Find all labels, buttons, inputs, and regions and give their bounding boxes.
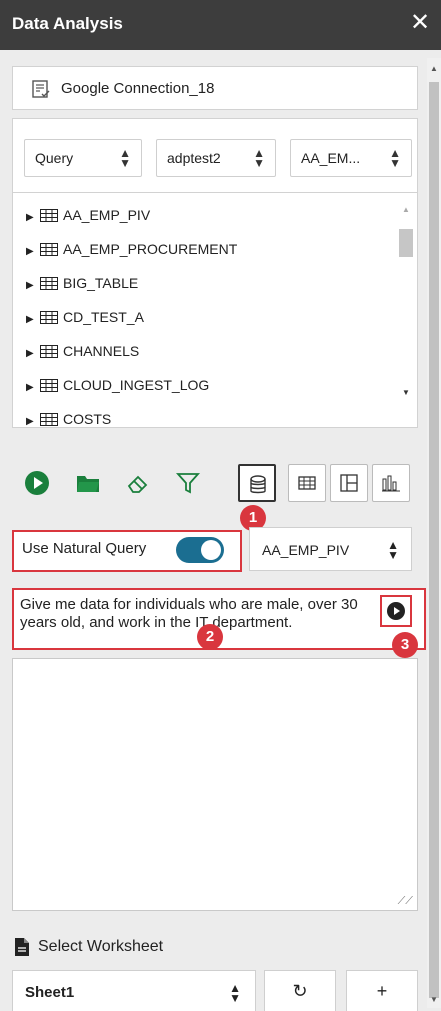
table-tree: ▶ AA_EMP_PIV ▶ AA_EMP_PROCUREMENT ▶ BIG_TAB… <box>12 192 418 428</box>
expand-caret-icon[interactable]: ▶ <box>26 314 38 325</box>
titlebar: Data Analysis ✕ <box>0 0 441 50</box>
expand-caret-icon[interactable]: ▶ <box>26 348 38 359</box>
panel-scrollbar[interactable]: ▲ ▼ <box>427 58 441 1008</box>
table-icon <box>40 311 58 324</box>
select-arrows-icon: ▲ ▼ <box>387 538 399 562</box>
add-worksheet-button[interactable]: + <box>346 970 418 1011</box>
tree-item[interactable]: ▶ BIG_TABLE <box>26 275 138 299</box>
connection-card[interactable]: Google Connection_18 <box>12 66 418 110</box>
select-arrows-icon: ▲ ▼ <box>229 981 241 1005</box>
select-arrows-icon: ▲ ▼ <box>119 146 131 170</box>
scroll-up-arrow-icon[interactable]: ▲ <box>402 205 410 214</box>
chart-view-button[interactable] <box>372 464 410 502</box>
select-arrows-icon: ▲ ▼ <box>253 146 265 170</box>
table-view-icon <box>298 476 316 490</box>
scroll-up-arrow-icon[interactable]: ▲ <box>430 64 438 73</box>
tree-scroll-thumb[interactable] <box>399 229 413 257</box>
worksheet-select-value: Sheet1 <box>25 984 75 1001</box>
tree-item-label: CHANNELS <box>63 343 140 359</box>
table-view-button[interactable] <box>288 464 326 502</box>
resize-grip-icon[interactable]: ⟋⟋ <box>398 895 413 908</box>
tree-item-label: AA_EMP_PROCUREMENT <box>63 241 238 257</box>
open-folder-icon[interactable] <box>75 470 101 496</box>
expand-caret-icon[interactable]: ▶ <box>26 416 38 427</box>
select-arrows-icon: ▲ ▼ <box>389 146 401 170</box>
tree-item-label: BIG_TABLE <box>63 275 139 291</box>
scroll-thumb[interactable] <box>429 82 439 998</box>
table-select[interactable]: AA_EM... ▲ ▼ <box>290 139 412 177</box>
natural-query-table-select[interactable]: AA_EMP_PIV ▲ ▼ <box>249 527 412 571</box>
tree-item-label: COSTS <box>63 411 112 427</box>
play-icon <box>387 602 405 620</box>
mode-select-value: Query <box>35 150 74 166</box>
connection-name: Google Connection_18 <box>61 80 215 97</box>
worksheet-select[interactable]: Sheet1 ▲ ▼ <box>12 970 256 1011</box>
expand-caret-icon[interactable]: ▶ <box>26 382 38 393</box>
database-view-button[interactable] <box>238 464 276 502</box>
run-natural-query-button[interactable] <box>380 595 412 627</box>
connection-doc-icon <box>32 80 50 98</box>
refresh-icon: ↻ <box>292 981 308 1001</box>
tree-item-label: CD_TEST_A <box>63 309 144 325</box>
plus-icon: + <box>376 981 388 1001</box>
natural-query-label: Use Natural Query <box>22 540 147 557</box>
table-icon <box>40 243 58 256</box>
table-icon <box>40 379 58 392</box>
query-result-area[interactable]: ⟋⟋ <box>12 658 418 911</box>
toggle-knob <box>201 540 221 560</box>
select-worksheet-label: Select Worksheet <box>38 938 164 955</box>
scroll-down-arrow-icon[interactable]: ▼ <box>402 388 410 397</box>
layout-view-button[interactable] <box>330 464 368 502</box>
annotation-badge: 2 <box>197 624 223 650</box>
expand-caret-icon[interactable]: ▶ <box>26 246 38 257</box>
window-title: Data Analysis <box>12 14 123 33</box>
table-icon <box>40 345 58 358</box>
schema-select[interactable]: adptest2 ▲ ▼ <box>156 139 276 177</box>
close-icon[interactable]: ✕ <box>410 10 430 36</box>
tree-item[interactable]: ▶ AA_EMP_PROCUREMENT <box>26 241 237 265</box>
filter-icon[interactable] <box>175 470 201 496</box>
tree-scrollbar[interactable]: ▲ ▼ <box>397 193 415 427</box>
refresh-worksheet-button[interactable]: ↻ <box>264 970 336 1011</box>
natural-query-table-value: AA_EMP_PIV <box>262 542 350 558</box>
tree-item[interactable]: ▶ CLOUD_INGEST_LOG <box>26 377 209 401</box>
worksheet-doc-icon <box>15 938 29 956</box>
expand-caret-icon[interactable]: ▶ <box>26 212 38 223</box>
tree-item-label: AA_EMP_PIV <box>63 207 151 223</box>
natural-query-text[interactable]: Give me data for individuals who are mal… <box>20 596 370 632</box>
mode-select[interactable]: Query ▲ ▼ <box>24 139 142 177</box>
natural-query-toggle[interactable] <box>176 537 224 563</box>
table-icon <box>40 413 58 426</box>
layout-view-icon <box>340 474 358 492</box>
database-view-icon <box>250 475 266 494</box>
tree-item[interactable]: ▶ AA_EMP_PIV <box>26 207 150 231</box>
expand-caret-icon[interactable]: ▶ <box>26 280 38 291</box>
scroll-down-arrow-icon[interactable]: ▼ <box>430 995 438 1004</box>
eraser-icon[interactable] <box>125 470 151 496</box>
chart-view-icon <box>382 475 400 492</box>
run-icon[interactable] <box>24 470 50 496</box>
table-icon <box>40 277 58 290</box>
annotation-badge: 3 <box>392 632 418 658</box>
table-icon <box>40 209 58 222</box>
tree-item[interactable]: ▶ CD_TEST_A <box>26 309 144 333</box>
table-select-value: AA_EM... <box>301 150 361 166</box>
schema-select-value: adptest2 <box>167 150 221 166</box>
tree-item[interactable]: ▶ CHANNELS <box>26 343 139 367</box>
tree-item[interactable]: ▶ COSTS <box>26 411 112 427</box>
tree-item-label: CLOUD_INGEST_LOG <box>63 377 210 393</box>
